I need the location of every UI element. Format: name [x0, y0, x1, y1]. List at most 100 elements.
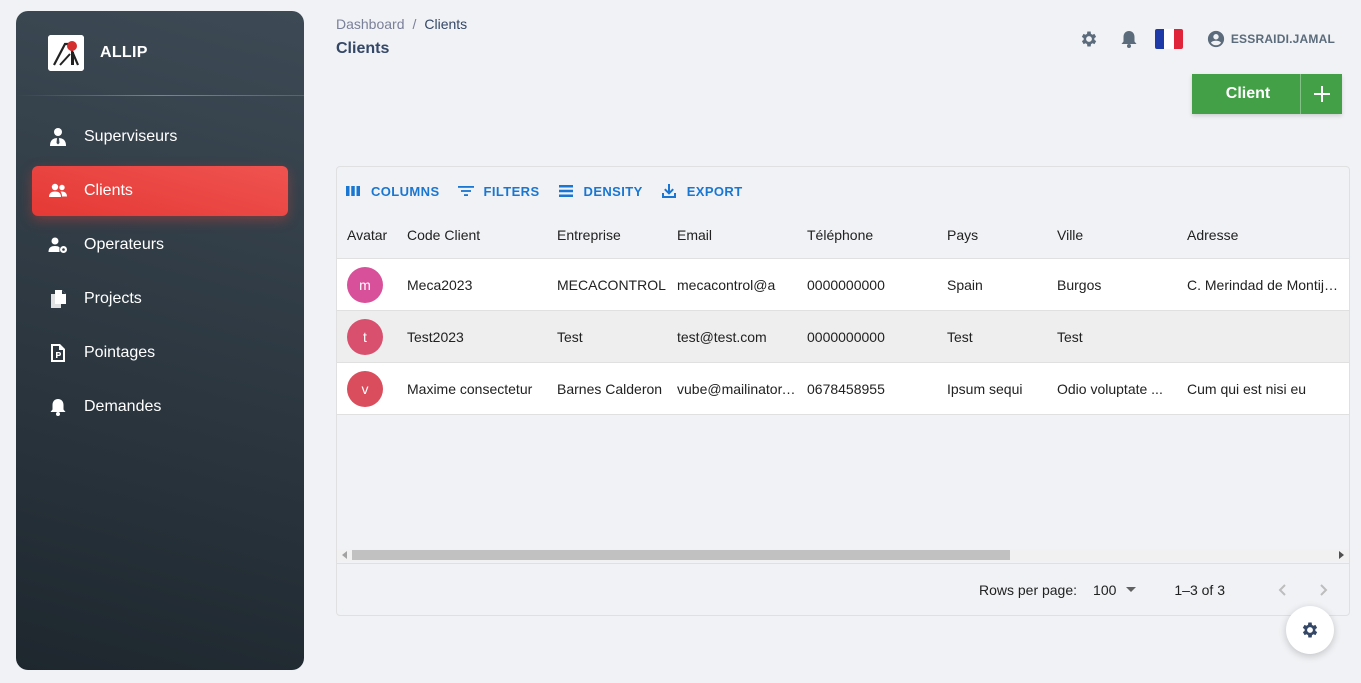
sidebar-item-label: Pointages [84, 344, 156, 361]
user-gear-icon [48, 235, 68, 255]
avatar: m [347, 266, 383, 303]
columns-icon [346, 186, 360, 196]
chevron-left-icon [1278, 583, 1286, 596]
rows-per-page-label: Rows per page: [978, 581, 1078, 598]
scroll-left-arrow-icon[interactable] [342, 551, 347, 559]
table-row[interactable]: v Maxime consectetur Barnes Calderon vub… [337, 363, 1349, 415]
filters-button[interactable]: FILTERS [457, 183, 540, 199]
density-label: DENSITY [583, 183, 643, 199]
next-page-button[interactable] [1311, 578, 1335, 602]
download-icon [661, 184, 676, 198]
sidebar-item-superviseurs[interactable]: Superviseurs [32, 112, 288, 162]
cell-adresse: Cum qui est nisi eu [1187, 380, 1307, 397]
file-p-icon [48, 343, 68, 363]
filters-label: FILTERS [483, 183, 540, 199]
grid-footer: Rows per page: 100 1–3 of 3 [337, 563, 1349, 615]
column-header-avatar[interactable]: Avatar [337, 227, 397, 243]
column-header-entreprise[interactable]: Entreprise [547, 227, 667, 243]
cell-email: mecacontrol@a [677, 276, 776, 293]
column-header-email[interactable]: Email [667, 227, 797, 243]
columns-button[interactable]: COLUMNS [345, 183, 440, 199]
cell-telephone: 0678458955 [807, 380, 885, 397]
column-header-telephone[interactable]: Téléphone [797, 227, 937, 243]
cell-pays: Test [947, 328, 973, 345]
sidebar-item-label: Clients [84, 182, 133, 199]
column-header-adresse[interactable]: Adresse [1177, 227, 1343, 243]
sidebar-item-clients[interactable]: Clients [32, 166, 288, 216]
allip-logo-icon [48, 35, 84, 71]
scroll-right-arrow-icon[interactable] [1339, 551, 1344, 559]
horizontal-scrollbar[interactable] [337, 549, 1349, 562]
grid-header-row: Avatar Code Client Entreprise Email Télé… [337, 211, 1349, 259]
rows-per-page-select[interactable]: 100 [1093, 581, 1137, 598]
cell-code-client: Test2023 [407, 328, 464, 345]
avatar: t [347, 318, 383, 355]
avatar-cell: t [337, 318, 397, 355]
page-title: Clients [336, 40, 390, 57]
sidebar-nav: Superviseurs Clients Operateurs Projects… [16, 96, 304, 432]
previous-page-button[interactable] [1271, 578, 1295, 602]
column-header-code-client[interactable]: Code Client [397, 227, 547, 243]
export-button[interactable]: EXPORT [661, 183, 743, 199]
sidebar-item-operateurs[interactable]: Operateurs [32, 220, 288, 270]
table-row[interactable]: m Meca2023 MECACONTROL mecacontrol@a 000… [337, 259, 1349, 311]
avatar: v [347, 370, 383, 407]
settings-fab-button[interactable] [1286, 606, 1334, 654]
cell-email: test@test.com [677, 328, 767, 345]
cell-ville: Odio voluptate ... [1057, 380, 1163, 397]
settings-gear-icon[interactable] [1079, 29, 1099, 49]
sidebar: ALLIP Superviseurs Clients Operateurs Pr [16, 11, 304, 670]
sidebar-item-pointages[interactable]: Pointages [32, 328, 288, 378]
sidebar-item-projects[interactable]: Projects [32, 274, 288, 324]
add-client-label: Client [1225, 85, 1271, 102]
avatar-cell: v [337, 370, 397, 407]
cell-entreprise: Test [557, 328, 583, 345]
breadcrumb-root[interactable]: Dashboard [336, 16, 405, 32]
grid-toolbar: COLUMNS FILTERS DENSITY EXPORT [337, 167, 1349, 211]
export-label: EXPORT [686, 183, 743, 199]
french-flag-icon[interactable] [1154, 29, 1183, 49]
breadcrumb: Dashboard / Clients [336, 16, 467, 32]
files-icon [48, 289, 68, 309]
cell-code-client: Maxime consectetur [407, 380, 533, 397]
user-tie-icon [48, 127, 68, 147]
cell-code-client: Meca2023 [407, 276, 473, 293]
density-icon [558, 185, 573, 197]
pagination-range: 1–3 of 3 [1174, 581, 1225, 598]
breadcrumb-separator: / [412, 16, 417, 32]
user-name: ESSRAIDI.JAMAL [1230, 32, 1335, 46]
cell-telephone: 0000000000 [807, 276, 885, 293]
bell-icon [48, 397, 68, 417]
column-header-ville[interactable]: Ville [1047, 227, 1177, 243]
brand[interactable]: ALLIP [16, 11, 304, 95]
cell-ville: Burgos [1057, 276, 1102, 293]
brand-name: ALLIP [100, 44, 148, 61]
gear-icon [1302, 622, 1318, 638]
rows-per-page-value: 100 [1093, 581, 1117, 598]
column-header-pays[interactable]: Pays [937, 227, 1047, 243]
scrollbar-thumb[interactable] [352, 550, 1010, 560]
cell-entreprise: MECACONTROL [557, 276, 666, 293]
plus-icon [1300, 74, 1342, 114]
cell-adresse: C. Merindad de Montija, ... [1187, 276, 1343, 293]
filter-icon [457, 186, 474, 196]
user-menu[interactable]: ESSRAIDI.JAMAL [1207, 30, 1335, 48]
caret-down-icon [1126, 587, 1137, 592]
sidebar-item-demandes[interactable]: Demandes [32, 382, 288, 432]
density-button[interactable]: DENSITY [558, 183, 643, 199]
table-row[interactable]: t Test2023 Test test@test.com 0000000000… [337, 311, 1349, 363]
cell-email: vube@mailinator.com [677, 380, 797, 397]
add-client-button[interactable]: Client [1192, 74, 1342, 114]
sidebar-item-label: Projects [84, 290, 142, 307]
clients-data-grid: COLUMNS FILTERS DENSITY EXPORT Avatar Co… [336, 166, 1350, 616]
avatar-cell: m [337, 266, 397, 303]
cell-telephone: 0000000000 [807, 328, 885, 345]
cell-entreprise: Barnes Calderon [557, 380, 663, 397]
cell-ville: Test [1057, 328, 1083, 345]
users-icon [48, 181, 68, 201]
cell-pays: Spain [947, 276, 983, 293]
cell-pays: Ipsum sequi [947, 380, 1023, 397]
topbar: ESSRAIDI.JAMAL [1059, 26, 1335, 52]
sidebar-item-label: Operateurs [84, 236, 165, 253]
notifications-bell-icon[interactable] [1119, 29, 1139, 49]
